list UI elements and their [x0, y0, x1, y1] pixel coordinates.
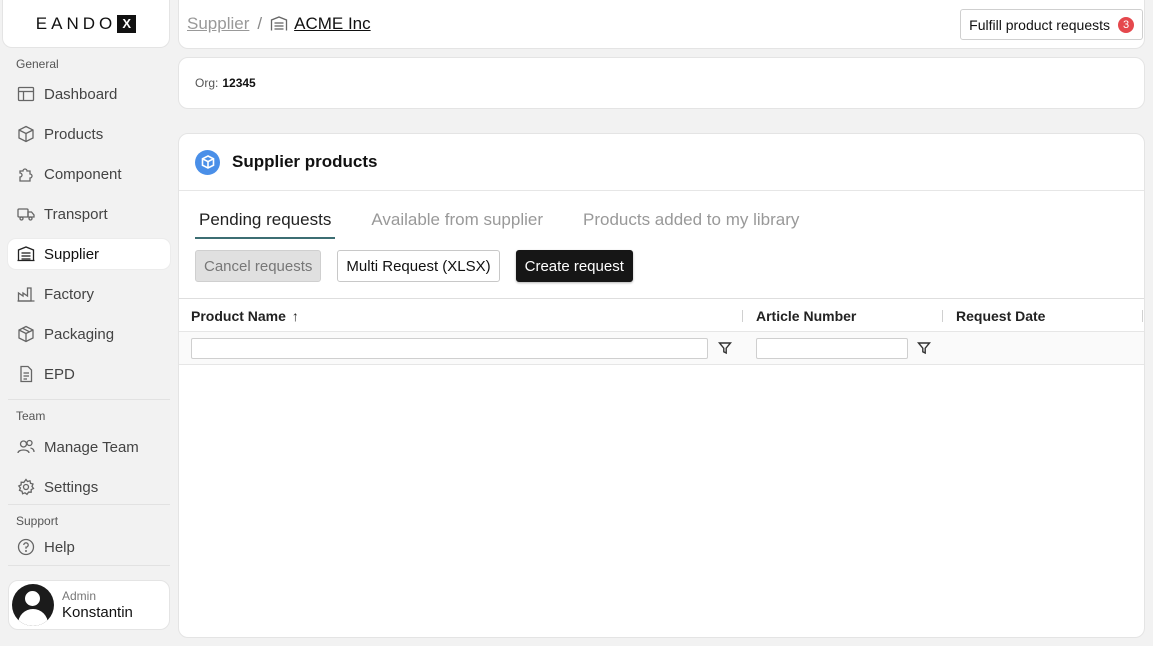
sidebar-item-products[interactable]: Products	[8, 119, 170, 149]
sidebar-item-label: Help	[44, 538, 75, 556]
warehouse-icon	[16, 244, 36, 264]
sidebar-item-label: EPD	[44, 365, 75, 383]
table-body	[179, 365, 1144, 637]
brand-mark: X	[117, 14, 137, 33]
puzzle-icon	[16, 164, 36, 184]
factory-icon	[16, 284, 36, 304]
filter-row	[179, 332, 1144, 365]
sidebar-item-label: Packaging	[44, 325, 115, 343]
tab-pending-requests[interactable]: Pending requests	[195, 206, 336, 239]
create-request-button[interactable]: Create request	[515, 250, 633, 282]
sidebar-item-dashboard[interactable]: Dashboard	[8, 79, 170, 109]
sidebar-item-label: Dashboard	[44, 85, 118, 103]
sidebar-item-settings[interactable]: Settings	[8, 472, 170, 502]
user-name: Konstantin	[62, 604, 133, 621]
users-icon	[16, 437, 36, 457]
sidebar-item-label: Products	[44, 125, 104, 143]
sidebar-item-transport[interactable]: Transport	[8, 199, 170, 229]
sidebar-item-supplier[interactable]: Supplier	[8, 239, 170, 269]
filter-icon[interactable]	[917, 341, 931, 355]
sidebar-item-factory[interactable]: Factory	[8, 279, 170, 309]
panel-header: Supplier products	[179, 134, 1144, 191]
product-name-filter-input[interactable]	[191, 338, 708, 359]
divider	[8, 399, 170, 400]
sidebar-item-label: Manage Team	[44, 438, 139, 456]
sort-ascending-icon: ↑	[291, 308, 299, 324]
fulfill-requests-label: Fulfill product requests	[969, 16, 1110, 33]
sidebar-item-label: Settings	[44, 478, 99, 496]
help-icon	[16, 537, 36, 557]
column-header-article-number[interactable]: Article Number	[756, 308, 856, 324]
filter-icon[interactable]	[718, 341, 732, 355]
dashboard-icon	[16, 84, 36, 104]
org-label: Org:	[195, 76, 219, 90]
section-label-support: Support	[16, 514, 59, 528]
sidebar-item-label: Supplier	[44, 245, 100, 263]
sidebar-item-component[interactable]: Component	[8, 159, 170, 189]
table-header: Product Name ↑ Article Number Request Da…	[179, 298, 1144, 332]
header: Supplier / ACME Inc Fulfill product requ…	[178, 0, 1145, 49]
org-value: 12345	[222, 76, 256, 90]
sidebar-item-epd[interactable]: EPD	[8, 359, 170, 389]
org-info: Org: 12345	[178, 57, 1145, 109]
supplier-products-panel: Supplier products Pending requests Avail…	[178, 133, 1145, 638]
sidebar-item-label: Transport	[44, 205, 108, 223]
gear-icon	[16, 477, 36, 497]
column-resize-handle[interactable]	[942, 310, 943, 322]
fulfill-requests-button[interactable]: Fulfill product requests 3	[960, 9, 1143, 40]
package-icon	[16, 324, 36, 344]
action-bar: Cancel requests Multi Request (XLSX) Cre…	[195, 250, 649, 282]
sidebar-item-manage-team[interactable]: Manage Team	[8, 432, 170, 462]
tab-bar: Pending requests Available from supplier…	[195, 206, 835, 239]
column-resize-handle[interactable]	[1142, 310, 1143, 322]
logo[interactable]: EANDO X	[2, 0, 170, 48]
document-icon	[16, 364, 36, 384]
section-label-team: Team	[16, 409, 46, 423]
cancel-requests-button[interactable]: Cancel requests	[195, 250, 322, 282]
cube-icon	[195, 149, 220, 175]
sidebar-item-help[interactable]: Help	[8, 532, 170, 562]
notification-badge: 3	[1118, 16, 1134, 33]
truck-icon	[16, 204, 36, 224]
breadcrumb: Supplier / ACME Inc	[187, 14, 371, 34]
column-header-product-name[interactable]: Product Name ↑	[191, 308, 299, 324]
breadcrumb-current[interactable]: ACME Inc	[294, 14, 371, 34]
tab-products-added[interactable]: Products added to my library	[579, 206, 803, 239]
sidebar: General Dashboard Products Component Tra…	[0, 48, 178, 646]
warehouse-icon	[270, 15, 288, 33]
breadcrumb-separator: /	[257, 14, 263, 33]
user-profile[interactable]: Admin Konstantin	[8, 580, 170, 630]
divider	[8, 504, 170, 505]
column-header-request-date[interactable]: Request Date	[956, 308, 1045, 324]
section-label-general: General	[16, 57, 59, 71]
sidebar-item-label: Factory	[44, 285, 95, 303]
divider	[8, 565, 170, 566]
column-resize-handle[interactable]	[742, 310, 743, 322]
cube-icon	[16, 124, 36, 144]
tab-available-from-supplier[interactable]: Available from supplier	[367, 206, 547, 239]
brand-name: EANDO X	[36, 14, 137, 34]
avatar	[12, 584, 54, 626]
sidebar-item-label: Component	[44, 165, 122, 183]
article-number-filter-input[interactable]	[756, 338, 908, 359]
multi-request-button[interactable]: Multi Request (XLSX)	[337, 250, 500, 282]
panel-title: Supplier products	[232, 152, 378, 171]
user-role: Admin	[62, 589, 97, 603]
sidebar-item-packaging[interactable]: Packaging	[8, 319, 170, 349]
breadcrumb-link-supplier[interactable]: Supplier	[187, 14, 249, 34]
